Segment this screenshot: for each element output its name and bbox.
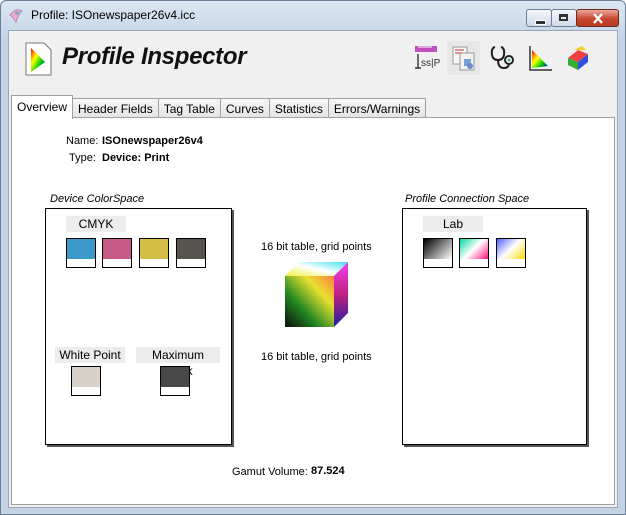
name-label: Name: — [66, 135, 99, 147]
white-point-swatch — [71, 366, 101, 396]
lab-l-swatch — [423, 238, 453, 268]
profile-name: ISOnewspaper26v4 — [102, 135, 203, 147]
device-space-label: CMYK — [66, 216, 126, 232]
tab-tag-table[interactable]: Tag Table — [157, 98, 221, 119]
toolbar: ss|Pr — [409, 41, 599, 75]
validate-button[interactable] — [485, 41, 518, 75]
app-logo-icon — [25, 42, 52, 76]
profile-type: Device: Print — [102, 152, 170, 164]
tab-curves[interactable]: Curves — [219, 98, 270, 119]
app-title: Profile Inspector — [62, 43, 247, 70]
svg-text:ss|Pr: ss|Pr — [421, 58, 440, 69]
type-label: Type: — [69, 152, 96, 164]
copy-tags-icon — [452, 46, 474, 71]
pcs-space-label: Lab — [423, 216, 483, 232]
max-black-label: Maximum Black — [136, 347, 220, 378]
pcs-box: Lab — [402, 208, 587, 445]
magenta-swatch — [102, 238, 132, 268]
gamut-view-button[interactable] — [523, 41, 556, 75]
table-info-bottom: 16 bit table, grid points — [261, 351, 372, 363]
colorspace-button[interactable] — [561, 41, 594, 75]
cyan-swatch — [66, 238, 96, 268]
app-header: Profile Inspector ss|Pr — [9, 31, 617, 91]
lab-a-swatch — [459, 238, 489, 268]
white-point-label: White Point — [55, 347, 125, 363]
maximize-icon — [559, 14, 568, 21]
close-button[interactable] — [576, 9, 619, 27]
copy-tags-button[interactable] — [447, 41, 480, 75]
colorspace-icon — [567, 46, 588, 70]
maximize-button[interactable] — [551, 9, 577, 27]
window-title: Profile: ISOnewspaper26v4.icc — [31, 8, 196, 22]
tab-statistics[interactable]: Statistics — [268, 98, 329, 119]
client-area: Profile Inspector ss|Pr — [8, 30, 618, 508]
tab-bar: Overview Header Fields Tag Table Curves … — [11, 95, 427, 119]
black-swatch — [176, 238, 206, 268]
tag-info-icon: ss|Pr — [414, 46, 440, 69]
overview-panel: Name: ISOnewspaper26v4 Type: Device: Pri… — [11, 117, 615, 505]
stethoscope-icon — [490, 46, 514, 70]
device-colorspace-caption: Device ColorSpace — [49, 193, 146, 205]
title-bar[interactable]: Profile: ISOnewspaper26v4.icc — [1, 1, 625, 29]
table-info-top: 16 bit table, grid points — [261, 241, 372, 253]
yellow-swatch — [139, 238, 169, 268]
color-cube-icon — [285, 262, 348, 327]
app-window: Profile: ISOnewspaper26v4.icc Profile In… — [0, 0, 626, 515]
max-black-swatch — [160, 366, 190, 396]
pcs-caption: Profile Connection Space — [404, 193, 531, 205]
tab-errors-warnings[interactable]: Errors/Warnings — [327, 98, 427, 119]
lab-b-swatch — [496, 238, 526, 268]
minimize-button[interactable] — [526, 9, 552, 27]
profile-app-icon — [9, 9, 23, 23]
tab-header-fields[interactable]: Header Fields — [72, 98, 159, 119]
tab-overview[interactable]: Overview — [11, 95, 74, 119]
minimize-icon — [535, 20, 546, 25]
tag-info-button[interactable]: ss|Pr — [409, 41, 442, 75]
gamut-view-icon — [528, 46, 552, 71]
gamut-volume-label: Gamut Volume: — [232, 466, 308, 478]
device-colorspace-box: CMYK White Point Maximum Black — [45, 208, 232, 445]
gamut-volume-value: 87.524 — [311, 465, 345, 477]
close-icon — [593, 13, 603, 24]
